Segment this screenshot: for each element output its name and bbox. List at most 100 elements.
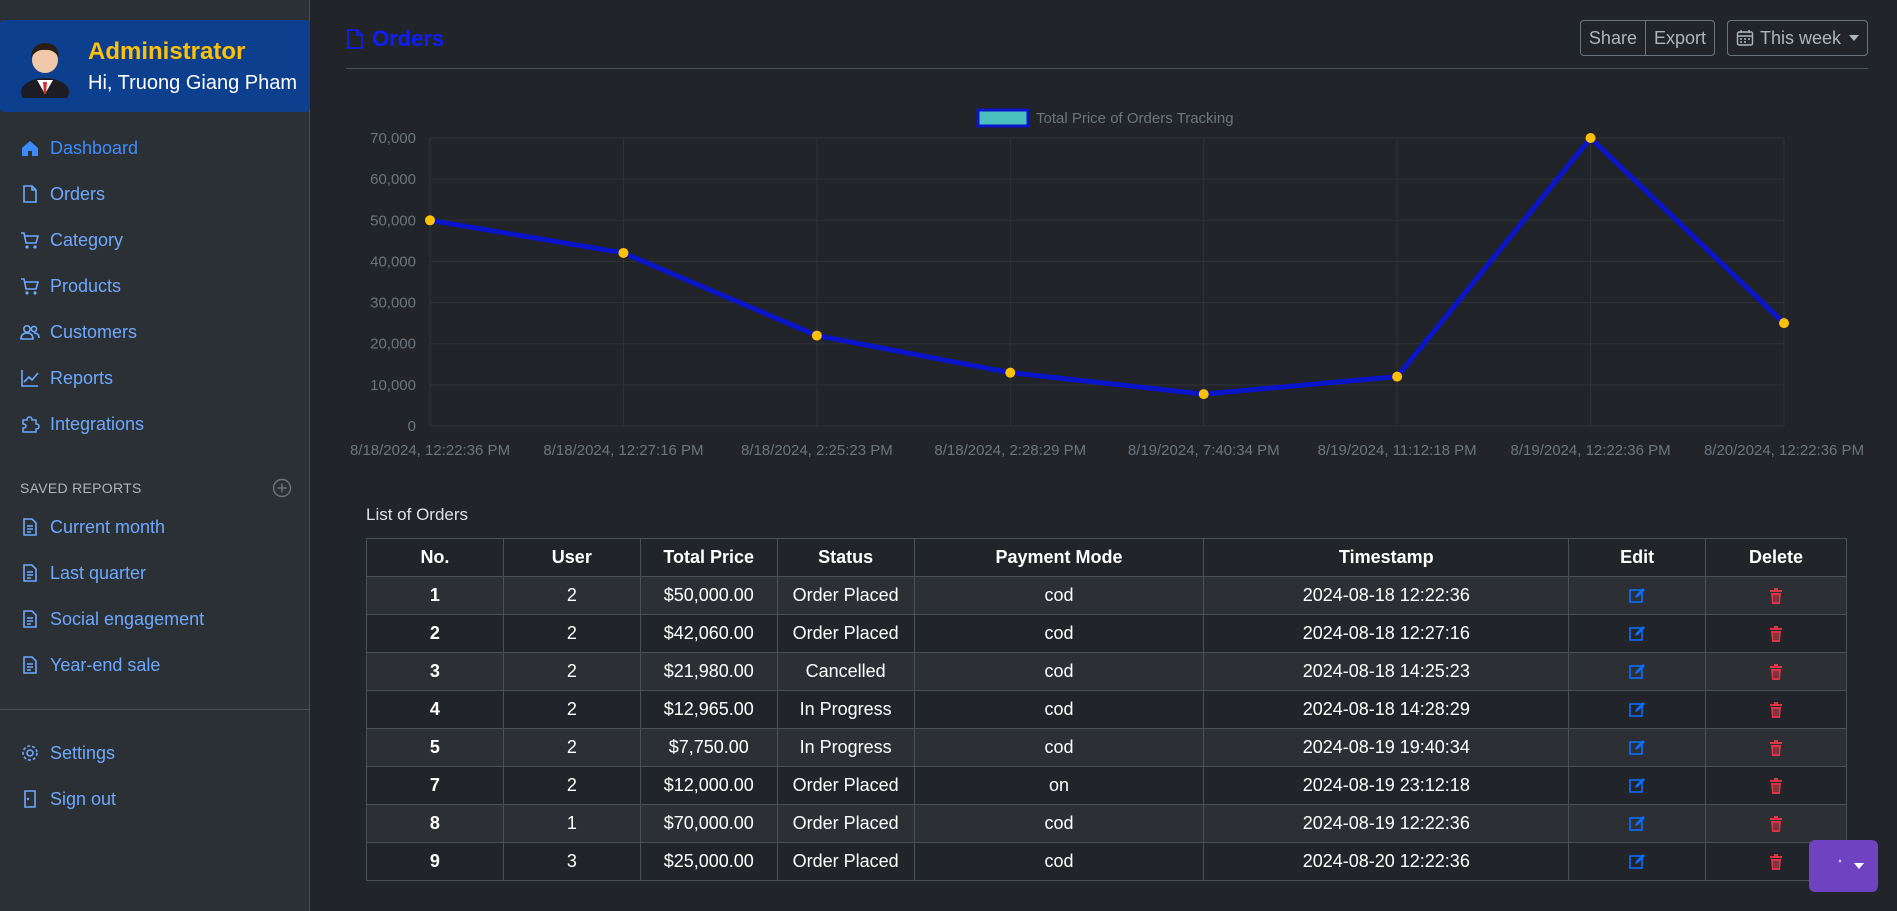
nav-label: Reports (50, 367, 114, 388)
edit-icon[interactable] (1628, 853, 1646, 871)
share-button[interactable]: Share (1579, 20, 1646, 56)
sign-out-icon (24, 790, 36, 808)
table-cell: Order Placed (776, 614, 915, 653)
table-cell: 2024-08-18 14:28:29 (1203, 690, 1570, 729)
edit-cell (1568, 690, 1707, 729)
data-point[interactable] (1392, 371, 1403, 382)
table-row: 8 1 $70,000.00 Order Placed cod 2024-08-19 12… (366, 804, 1847, 843)
add-circle-icon[interactable] (272, 478, 292, 498)
theme-toggle-button[interactable] (1809, 840, 1878, 892)
edit-icon[interactable] (1628, 739, 1646, 757)
trash-icon[interactable] (1767, 701, 1785, 719)
file-icon (23, 185, 37, 203)
edit-icon[interactable] (1628, 777, 1646, 795)
nav-item-sign-out[interactable]: Sign out (0, 776, 310, 822)
data-point[interactable] (1198, 389, 1209, 400)
share-export-group: Share Export (1579, 20, 1715, 56)
edit-cell (1568, 728, 1707, 767)
nav-label: Customers (50, 321, 138, 342)
page-title-text: Orders (372, 26, 445, 51)
edit-icon[interactable] (1628, 625, 1646, 643)
export-button[interactable]: Export (1645, 20, 1715, 56)
data-point[interactable] (1585, 133, 1596, 143)
table-row: 9 3 $25,000.00 Order Placed cod 2024-08-20 12… (366, 842, 1847, 881)
profile-role: Administrator (88, 37, 246, 65)
nav-label: Settings (50, 742, 116, 763)
x-tick-label: 8/19/2024, 7:40:34 PM (1128, 442, 1280, 459)
trash-icon[interactable] (1767, 587, 1785, 605)
table-cell: 2 (502, 652, 641, 691)
edit-icon[interactable] (1628, 701, 1646, 719)
trash-icon[interactable] (1767, 739, 1785, 757)
table-cell: 5 (366, 728, 504, 767)
saved-report-label: Social engagement (50, 608, 205, 629)
nav-item-reports[interactable]: Reports (0, 355, 310, 401)
table-row: 5 2 $7,750.00 In Progress cod 2024-08-19 19:4… (366, 728, 1847, 767)
edit-icon[interactable] (1628, 815, 1646, 833)
data-point[interactable] (811, 330, 822, 341)
table-cell: 1 (502, 804, 641, 843)
table-cell: 2024-08-19 12:22:36 (1203, 804, 1570, 843)
data-point[interactable] (1779, 318, 1789, 329)
y-tick-label: 50,000 (370, 212, 416, 229)
delete-cell (1705, 766, 1847, 805)
table-cell: 9 (366, 842, 504, 881)
x-tick-label: 8/18/2024, 12:22:36 PM (350, 442, 510, 459)
nav-item-orders[interactable]: Orders (0, 171, 310, 217)
edit-cell (1568, 614, 1707, 653)
table-cell: $70,000.00 (639, 804, 778, 843)
table-cell: 2 (502, 614, 641, 653)
nav-item-settings[interactable]: Settings (0, 730, 310, 776)
nav-item-integrations[interactable]: Integrations (0, 401, 310, 447)
y-tick-label: 70,000 (370, 130, 416, 147)
nav-item-products[interactable]: Products (0, 263, 310, 309)
saved-report-current-month[interactable]: Current month (0, 504, 310, 550)
page-header: Orders Share Export This week (346, 20, 1868, 69)
series-line (429, 135, 1786, 397)
chart-line-icon (21, 370, 39, 387)
moon-stars-icon (1826, 858, 1842, 875)
legend-swatch (976, 108, 1030, 128)
table-cell: cod (913, 652, 1205, 691)
saved-report-year-end-sale[interactable]: Year-end sale (0, 642, 310, 688)
table-cell: In Progress (776, 728, 915, 767)
data-point[interactable] (618, 247, 629, 258)
x-tick-label: 8/19/2024, 12:22:36 PM (1511, 442, 1671, 459)
this-week-dropdown[interactable]: This week (1726, 20, 1868, 56)
trash-icon[interactable] (1767, 853, 1785, 871)
puzzle-icon (22, 416, 40, 433)
saved-reports-header: SAVED REPORTS (20, 478, 292, 498)
table-cell: cod (913, 576, 1205, 615)
trash-icon[interactable] (1767, 663, 1785, 681)
table-cell: 2 (502, 576, 641, 615)
column-header: Timestamp (1203, 538, 1570, 577)
cart-icon (21, 232, 40, 249)
table-cell: In Progress (776, 690, 915, 729)
nav-item-customers[interactable]: Customers (0, 309, 310, 355)
saved-report-label: Last quarter (50, 562, 147, 583)
table-cell: 2024-08-19 19:40:34 (1203, 728, 1570, 767)
sidebar-divider (0, 709, 310, 710)
data-point[interactable] (1005, 367, 1016, 378)
table-cell: $7,750.00 (639, 728, 778, 767)
orders-line-chart: Total Price of Orders Tracking 0 10,000 20… (350, 108, 1864, 459)
nav-label: Integrations (50, 413, 145, 434)
edit-icon[interactable] (1628, 587, 1646, 605)
trash-icon[interactable] (1767, 625, 1785, 643)
saved-report-social-engagement[interactable]: Social engagement (0, 596, 310, 642)
column-header: User (502, 538, 641, 577)
trash-icon[interactable] (1767, 777, 1785, 795)
edit-icon[interactable] (1628, 663, 1646, 681)
table-cell: $12,000.00 (639, 766, 778, 805)
x-tick-label: 8/20/2024, 12:22:36 PM (1704, 442, 1864, 459)
column-header: Edit (1568, 538, 1707, 577)
cart-icon (21, 278, 40, 295)
chevron-down-icon (1853, 863, 1864, 869)
nav-item-dashboard[interactable]: Dashboard (0, 125, 310, 171)
table-row: 3 2 $21,980.00 Cancelled cod 2024-08-18 14:25… (366, 652, 1847, 691)
nav-item-category[interactable]: Category (0, 217, 310, 263)
trash-icon[interactable] (1767, 815, 1785, 833)
table-cell: 4 (366, 690, 504, 729)
saved-report-last-quarter[interactable]: Last quarter (0, 550, 310, 596)
data-point[interactable] (425, 215, 435, 226)
